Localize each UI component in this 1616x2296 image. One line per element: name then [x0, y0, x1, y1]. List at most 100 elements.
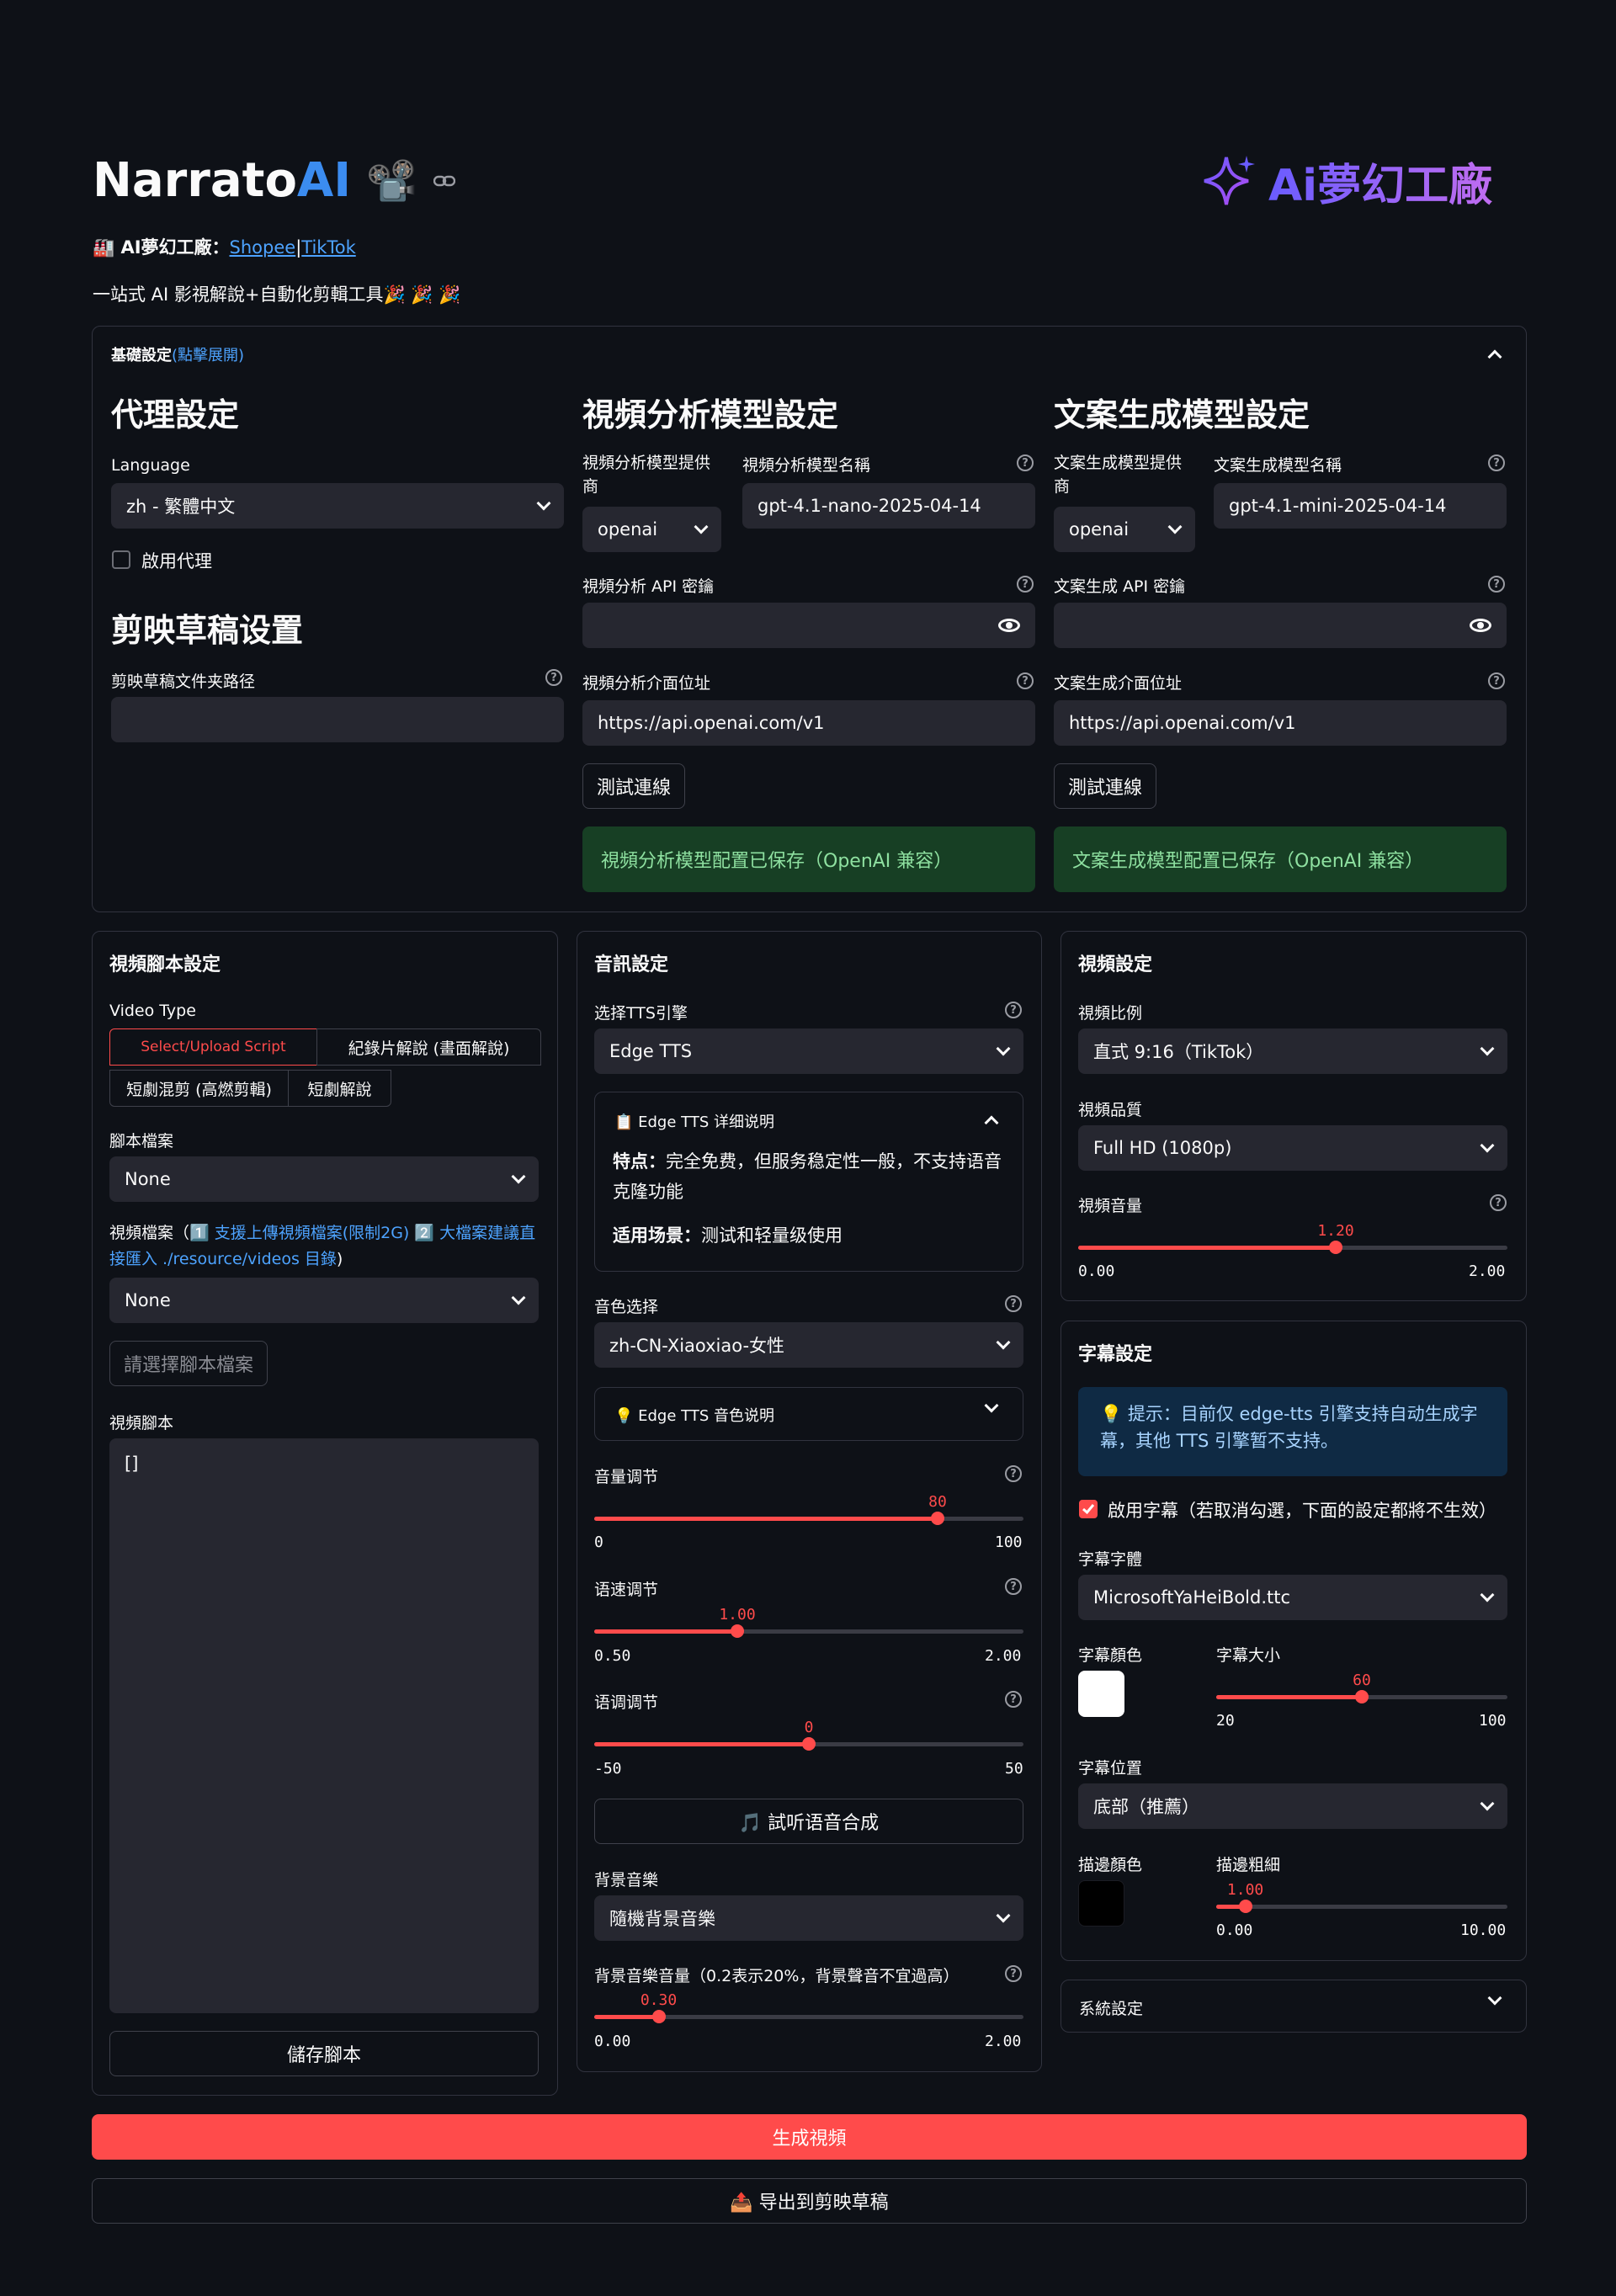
script-textarea[interactable]: []	[109, 1438, 539, 2013]
text-provider-value: openai	[1069, 519, 1130, 539]
video-test-connection-button[interactable]: 測試連線	[582, 763, 685, 809]
help-icon[interactable]: ?	[545, 669, 562, 686]
bgm-volume-min: 0.00	[594, 2033, 631, 2050]
enable-proxy-checkbox[interactable]	[112, 550, 130, 569]
help-icon[interactable]: ?	[1017, 672, 1034, 689]
eye-icon[interactable]	[1470, 619, 1491, 632]
quality-select[interactable]: Full HD (1080p)	[1078, 1125, 1507, 1171]
check-icon	[1082, 1504, 1095, 1515]
tiktok-link[interactable]: TikTok	[301, 237, 355, 258]
help-icon[interactable]: ?	[1017, 454, 1034, 471]
enable-subtitle-checkbox[interactable]	[1079, 1500, 1098, 1518]
slider-handle[interactable]	[651, 2010, 666, 2023]
video-model-name-input[interactable]: gpt-4.1-nano-2025-04-14	[742, 483, 1035, 529]
save-script-button[interactable]: 儲存腳本	[109, 2031, 539, 2076]
feature-value: 完全免费，但服务稳定性一般，不支持语音克隆功能	[613, 1151, 1002, 1202]
help-icon[interactable]: ?	[1005, 1465, 1022, 1482]
bgm-label: 背景音樂	[594, 1871, 659, 1889]
slider-fill	[594, 1742, 809, 1746]
help-icon[interactable]: ?	[1005, 1691, 1022, 1708]
voice-value: zh-CN-Xiaoxiao-女性	[609, 1336, 785, 1356]
subtitle-position-label: 字幕位置	[1078, 1759, 1143, 1778]
help-icon[interactable]: ?	[1005, 1578, 1022, 1595]
video-file-label-close: )	[336, 1250, 343, 1268]
text-base-url-label: 文案生成介面位址	[1054, 674, 1183, 693]
bgm-select[interactable]: 隨機背景音樂	[594, 1895, 1023, 1941]
video-base-url-input[interactable]: https://api.openai.com/v1	[582, 700, 1035, 746]
slider-handle[interactable]	[1329, 1241, 1342, 1254]
subtitle-color-swatch[interactable]	[1078, 1671, 1124, 1717]
choose-script-button[interactable]: 請選擇腳本檔案	[109, 1341, 268, 1386]
jianying-folder-input[interactable]	[111, 697, 564, 742]
pitch-slider[interactable]: 0	[594, 1719, 1023, 1752]
chevron-up-icon[interactable]	[984, 1113, 999, 1130]
text-test-connection-button[interactable]: 測試連線	[1054, 763, 1156, 809]
tab-short-drama-mix[interactable]: 短劇混剪 (高燃剪輯)	[109, 1070, 289, 1107]
chevron-down-icon	[536, 496, 551, 511]
script-file-label: 腳本檔案	[109, 1132, 174, 1151]
shopee-link[interactable]: Shopee	[230, 237, 296, 258]
script-text-label: 視頻腳本	[109, 1414, 174, 1432]
tab-short-drama-narration[interactable]: 短劇解說	[288, 1070, 391, 1107]
slider-handle[interactable]	[802, 1737, 816, 1751]
generate-video-button[interactable]: 生成視頻	[92, 2114, 1527, 2160]
chevron-down-icon[interactable]	[1487, 1990, 1502, 2006]
tab-documentary[interactable]: 紀錄片解說 (畫面解說)	[316, 1028, 541, 1066]
video-volume-slider[interactable]: 1.20	[1078, 1222, 1507, 1256]
stroke-width-min: 0.00	[1216, 1921, 1253, 1939]
slider-handle[interactable]	[1355, 1690, 1369, 1703]
stroke-width-slider[interactable]: 1.00	[1216, 1881, 1507, 1915]
text-base-url-input[interactable]: https://api.openai.com/v1	[1054, 700, 1507, 746]
basic-settings-header[interactable]: 基礎設定(點擊展開)	[111, 343, 244, 365]
script-file-value: None	[125, 1169, 171, 1189]
volume-slider[interactable]: 80	[594, 1493, 1023, 1527]
help-icon[interactable]: ?	[1488, 454, 1505, 471]
language-select[interactable]: zh - 繁體中文	[111, 483, 564, 529]
help-icon[interactable]: ?	[1017, 576, 1034, 593]
tts-detail-title[interactable]: 📋 Edge TTS 详细说明	[614, 1110, 774, 1132]
script-file-select[interactable]: None	[109, 1156, 539, 1202]
subtitle-font-select[interactable]: MicrosoftYaHeiBold.ttc	[1078, 1575, 1507, 1620]
bgm-volume-slider[interactable]: 0.30	[594, 1991, 1023, 2025]
preview-tts-button[interactable]: 🎵 試听语音合成	[594, 1799, 1023, 1844]
voice-select[interactable]: zh-CN-Xiaoxiao-女性	[594, 1322, 1023, 1368]
chevron-down-icon[interactable]	[984, 1398, 999, 1413]
subtitle-position-select[interactable]: 底部（推薦）	[1078, 1783, 1507, 1829]
text-provider-select[interactable]: openai	[1054, 507, 1195, 552]
video-file-select[interactable]: None	[109, 1278, 539, 1323]
slider-handle[interactable]	[1238, 1900, 1252, 1913]
text-api-key-input[interactable]	[1054, 603, 1507, 648]
subtitle-size-min: 20	[1216, 1712, 1235, 1730]
slider-handle[interactable]	[931, 1512, 944, 1525]
tab-select-upload-script[interactable]: Select/Upload Script	[109, 1028, 317, 1066]
help-icon[interactable]: ?	[1005, 1002, 1022, 1018]
help-icon[interactable]: ?	[1490, 1194, 1507, 1211]
help-icon[interactable]: ?	[1488, 672, 1505, 689]
chevron-up-icon[interactable]	[1487, 347, 1502, 364]
video-provider-select[interactable]: openai	[582, 507, 721, 552]
video-api-key-input[interactable]	[582, 603, 1035, 648]
bgm-volume-label: 背景音樂音量（0.2表示20%，背景聲音不宜過高）	[594, 1967, 960, 1985]
subtitle-size-slider[interactable]: 60	[1216, 1672, 1507, 1705]
help-icon[interactable]: ?	[1488, 576, 1505, 593]
chevron-down-icon	[1480, 1138, 1495, 1153]
slider-handle[interactable]	[731, 1624, 744, 1638]
brand-logo: Ai夢幻工廠	[1199, 150, 1492, 213]
slider-value: 1.20	[1317, 1222, 1354, 1240]
stroke-color-swatch[interactable]	[1078, 1880, 1124, 1927]
video-api-key-label: 視頻分析 API 密鑰	[582, 577, 715, 596]
stroke-width-max: 10.00	[1460, 1921, 1507, 1939]
link-icon[interactable]	[433, 175, 455, 187]
help-icon[interactable]: ?	[1005, 1965, 1022, 1982]
brand-prefix: 🏭 AI夢幻工廠：	[93, 237, 230, 258]
eye-icon[interactable]	[998, 619, 1020, 632]
export-jianying-button[interactable]: 📤 导出到剪映草稿	[92, 2178, 1527, 2224]
app-root: NarratoAI 📽️ Ai夢幻工廠 🏭 AI夢幻工廠：Shopee|TikT…	[0, 0, 1616, 2296]
help-icon[interactable]: ?	[1005, 1295, 1022, 1312]
scene-key: 适用场景：	[613, 1225, 701, 1246]
rate-slider[interactable]: 1.00	[594, 1606, 1023, 1640]
tts-engine-select[interactable]: Edge TTS	[594, 1028, 1023, 1074]
ratio-select[interactable]: 直式 9:16（TikTok）	[1078, 1028, 1507, 1074]
video-model-success-alert: 視頻分析模型配置已保存（OpenAI 兼容）	[582, 826, 1035, 892]
text-model-name-input[interactable]: gpt-4.1-mini-2025-04-14	[1214, 483, 1507, 529]
